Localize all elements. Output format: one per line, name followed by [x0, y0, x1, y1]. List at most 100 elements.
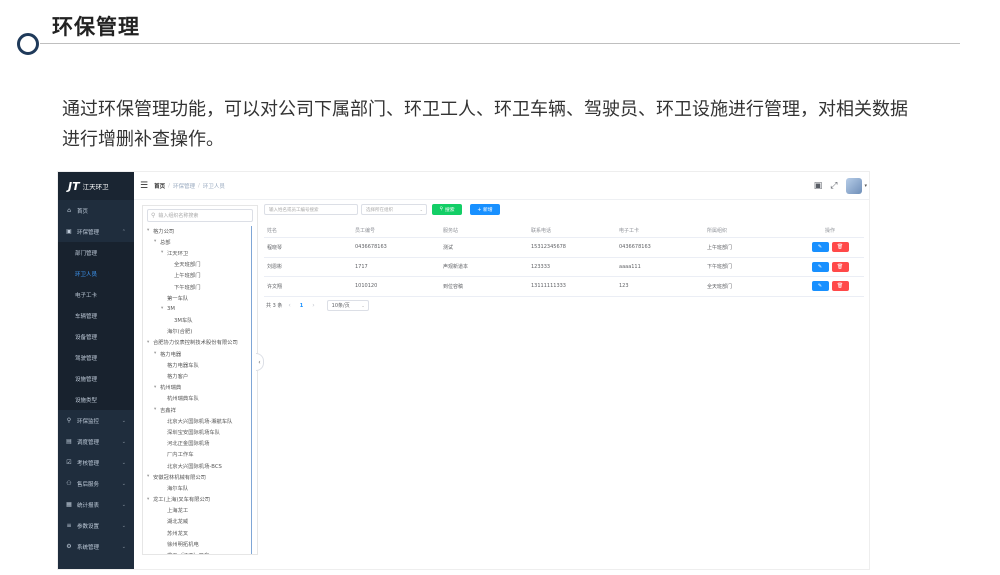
chevron-right-icon[interactable]: › [312, 302, 314, 309]
org-select[interactable]: 选择所在组织 ⌄ [361, 204, 427, 215]
tree-node-label: 深圳宝安国际机场车队 [167, 429, 220, 436]
tree-node[interactable]: 格力客户 [143, 370, 257, 381]
tree-node[interactable]: ▾ 3M [143, 303, 257, 314]
tree-node[interactable]: 龙工（江西）叉车 [143, 549, 257, 554]
tree-node[interactable]: 徐州明拓机电 [143, 538, 257, 549]
tree-node[interactable]: ▾ 杭州瑞典 [143, 382, 257, 393]
delete-button[interactable]: 🗑 [831, 281, 849, 292]
table-cell: 下午班部门 [707, 264, 733, 271]
sidebar-item-env-management[interactable]: ▣ 环保管理 ⌃ [58, 221, 134, 242]
tree-node[interactable]: ▾ 龙工(上海)叉车有限公司 [143, 494, 257, 505]
env-icon: ▣ [66, 228, 72, 235]
tree-node[interactable]: 湖北龙威 [143, 516, 257, 527]
sidebar-item-group[interactable]: ⚇ 售后服务 ⌄ [58, 473, 134, 494]
sidebar-subitem[interactable]: 驾驶管理 [58, 347, 134, 368]
logo[interactable]: JT 江天环卫 [58, 172, 134, 200]
tree-node-label: 格力客户 [167, 374, 189, 381]
sidebar-subitem[interactable]: 部门管理 [58, 242, 134, 263]
search-button[interactable]: ⚲ 搜索 [432, 204, 462, 215]
chevron-left-icon[interactable]: ‹ [288, 302, 290, 309]
tree-search-input[interactable]: ⚲ 输入组织名称搜索 [147, 209, 253, 222]
tree-node[interactable]: 北京大兴国际机场-湘航车队 [143, 415, 257, 426]
slide-title: 环保管理 [52, 15, 140, 39]
tree-node-label: 安徽冠林机械有限公司 [153, 474, 206, 481]
sidebar-item-label: 调度管理 [77, 439, 100, 446]
sidebar-subitem[interactable]: 设施管理 [58, 368, 134, 389]
table-cell: 测试 [443, 244, 454, 251]
edit-button[interactable]: ✎ [811, 261, 829, 272]
tree-node[interactable]: 全天班部门 [143, 259, 257, 270]
sidebar-item-group[interactable]: ≡ 参数设置 ⌄ [58, 515, 134, 536]
sidebar-item-label: 统计报表 [77, 502, 100, 509]
sidebar-item-group[interactable]: ▤ 调度管理 ⌄ [58, 431, 134, 452]
message-icon[interactable]: ▣ [814, 181, 823, 191]
avatar[interactable] [846, 178, 863, 194]
table-cell: aaaa111 [619, 263, 641, 270]
sidebar-subitem[interactable]: 车辆管理 [58, 305, 134, 326]
breadcrumb-home[interactable]: 首页 [154, 182, 165, 190]
tree-node[interactable]: 海尔(合肥) [143, 326, 257, 337]
caret-down-icon[interactable]: ▾ [864, 183, 867, 189]
page-size-select[interactable]: 10条/页 ⌄ [326, 300, 369, 311]
tree-node[interactable]: 上午班部门 [143, 270, 257, 281]
tree-node[interactable]: 格力电器车队 [143, 359, 257, 370]
menu-icon: ⚇ [66, 480, 72, 487]
breadcrumb-separator: / [168, 182, 170, 189]
sidebar-subitem[interactable]: 设施类型 [58, 389, 134, 410]
table-cell: 全天班部门 [707, 283, 733, 290]
tree-node[interactable]: 下午班部门 [143, 281, 257, 292]
sidebar-item-home[interactable]: ⌂ 首页 [58, 200, 134, 221]
tree-node-label: 3M [167, 305, 175, 312]
tree-node[interactable]: ▾ 总部 [143, 236, 257, 247]
tree-node[interactable]: 上海龙工 [143, 505, 257, 516]
tree-node[interactable]: 杭州瑞典车队 [143, 393, 257, 404]
tree-node[interactable]: 厂内工作车 [143, 449, 257, 460]
tree-node[interactable]: ▾ 吉鑫祥 [143, 404, 257, 415]
tree-node[interactable]: 深圳宝安国际机场车队 [143, 426, 257, 437]
tree-node-label: 格力电器车队 [167, 362, 199, 369]
chevron-down-icon: ⌄ [121, 417, 126, 424]
add-button[interactable]: + 新增 [470, 204, 500, 215]
breadcrumb-env[interactable]: 环保管理 [173, 182, 195, 190]
table-cell: 声观新道本 [443, 264, 469, 271]
collapse-tree-button[interactable]: ‹ [256, 353, 264, 371]
app-screenshot: JT 江天环卫 ⌂ 首页 ▣ 环保管理 ⌃ 部门管理 环卫人员 电子工卡 车辆管… [57, 171, 870, 570]
delete-button[interactable]: 🗑 [831, 261, 849, 272]
fullscreen-icon[interactable]: ⤢ [830, 181, 837, 191]
sidebar-subitem[interactable]: 电子工卡 [58, 284, 134, 305]
menu-icon: ⚲ [66, 417, 72, 424]
tree-node[interactable]: 北京大兴国际机场-BCS [143, 460, 257, 471]
tree-node-label: 总部 [160, 239, 171, 246]
sidebar-subitem-active[interactable]: 环卫人员 [58, 263, 134, 284]
sidebar-item-group[interactable]: ⚲ 环保监控 ⌄ [58, 410, 134, 431]
table-cell: 1717 [355, 263, 368, 270]
topbar-actions: ▣ ⤢ ▾ [806, 178, 867, 194]
tree-node[interactable]: ▾ 格力电器 [143, 348, 257, 359]
tree-node[interactable]: ▾ 格力公司 [143, 225, 257, 236]
tree-node[interactable]: ▾ 江天环卫 [143, 247, 257, 258]
page-number[interactable]: 1 [300, 303, 303, 309]
sidebar-subitem[interactable]: 设备管理 [58, 326, 134, 347]
tree-node[interactable]: 3M车队 [143, 315, 257, 326]
tree-node[interactable]: 苏州龙叉 [143, 527, 257, 538]
sidebar-item-group[interactable]: ⚙ 系统管理 ⌄ [58, 536, 134, 557]
tree-node-label: 龙工(上海)叉车有限公司 [153, 497, 211, 504]
tree-node[interactable]: 河北正金国际机场 [143, 438, 257, 449]
sidebar-item-group[interactable]: ▦ 统计报表 ⌄ [58, 494, 134, 515]
table-cell: 0436678163 [355, 244, 387, 251]
name-search-input[interactable]: 输入姓名或员工编号搜索 [264, 204, 358, 215]
delete-button[interactable]: 🗑 [831, 242, 849, 253]
table-cell: 13111111333 [531, 283, 566, 290]
tree-scrollbar[interactable] [251, 226, 252, 554]
table-header: 所属组织 [707, 228, 728, 234]
hamburger-icon[interactable]: ☰ [140, 181, 148, 191]
tree-node[interactable]: 第一车队 [143, 292, 257, 303]
sidebar: JT 江天环卫 ⌂ 首页 ▣ 环保管理 ⌃ 部门管理 环卫人员 电子工卡 车辆管… [58, 172, 134, 569]
chevron-down-icon: ⌄ [121, 501, 126, 508]
tree-node[interactable]: ▾ 安徽冠林机械有限公司 [143, 471, 257, 482]
edit-button[interactable]: ✎ [811, 281, 829, 292]
sidebar-item-group[interactable]: ☑ 考核管理 ⌄ [58, 452, 134, 473]
tree-node[interactable]: 海尔车队 [143, 482, 257, 493]
edit-button[interactable]: ✎ [811, 242, 829, 253]
tree-node[interactable]: ▾ 合肥协力仪表控制技术股份有限公司 [143, 337, 257, 348]
